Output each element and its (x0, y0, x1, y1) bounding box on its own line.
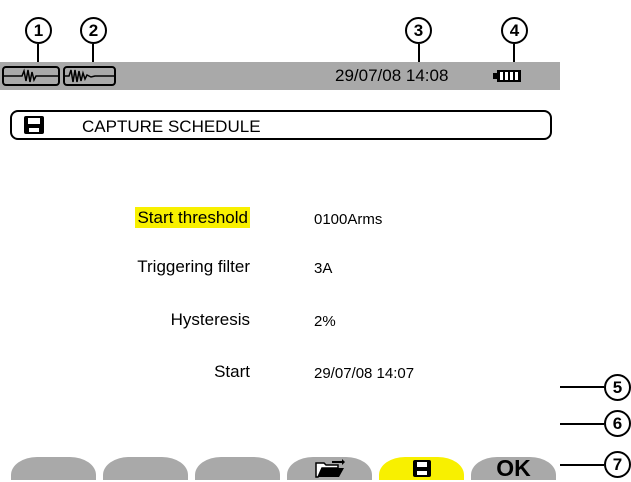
softkey-2[interactable] (103, 457, 188, 480)
save-button[interactable] (379, 457, 464, 480)
field-value: 0100Arms (314, 211, 383, 228)
waveform-2-icon (63, 66, 116, 86)
callout-2: 2 (80, 17, 107, 44)
field-label: Start (214, 362, 250, 381)
instrument-screen: 29/07/08 14:08 CAPTURE SCHEDULE Start th… (0, 62, 560, 481)
field-label: Hysteresis (170, 310, 250, 329)
callout-1: 1 (25, 17, 52, 44)
ok-button[interactable]: OK (471, 455, 556, 481)
status-datetime: 29/07/08 14:08 (335, 66, 449, 85)
field-label: Triggering filter (137, 257, 250, 276)
callout-7: 7 (604, 451, 631, 478)
screen-title: CAPTURE SCHEDULE (82, 117, 261, 136)
softkey-1[interactable] (11, 457, 96, 480)
floppy-disk-icon (24, 116, 44, 134)
callout-6: 6 (604, 410, 631, 437)
folder-open-icon (314, 458, 345, 478)
callout-7-leader (560, 464, 604, 466)
battery-full-icon (493, 70, 521, 82)
softkey-3[interactable] (195, 457, 280, 480)
field-value: 3A (314, 260, 333, 277)
status-bar: 29/07/08 14:08 (0, 62, 560, 90)
callout-4: 4 (501, 17, 528, 44)
callout-5: 5 (604, 374, 631, 401)
floppy-disk-icon (412, 460, 431, 477)
screen-title-box: CAPTURE SCHEDULE (10, 110, 552, 140)
field-value: 2% (314, 313, 336, 330)
ok-label: OK (496, 455, 531, 481)
field-label: Start threshold (135, 207, 250, 228)
field-value: 29/07/08 14:07 (314, 365, 415, 382)
callout-3: 3 (405, 17, 432, 44)
waveform-1-icon (2, 66, 60, 86)
open-button[interactable] (287, 457, 372, 480)
